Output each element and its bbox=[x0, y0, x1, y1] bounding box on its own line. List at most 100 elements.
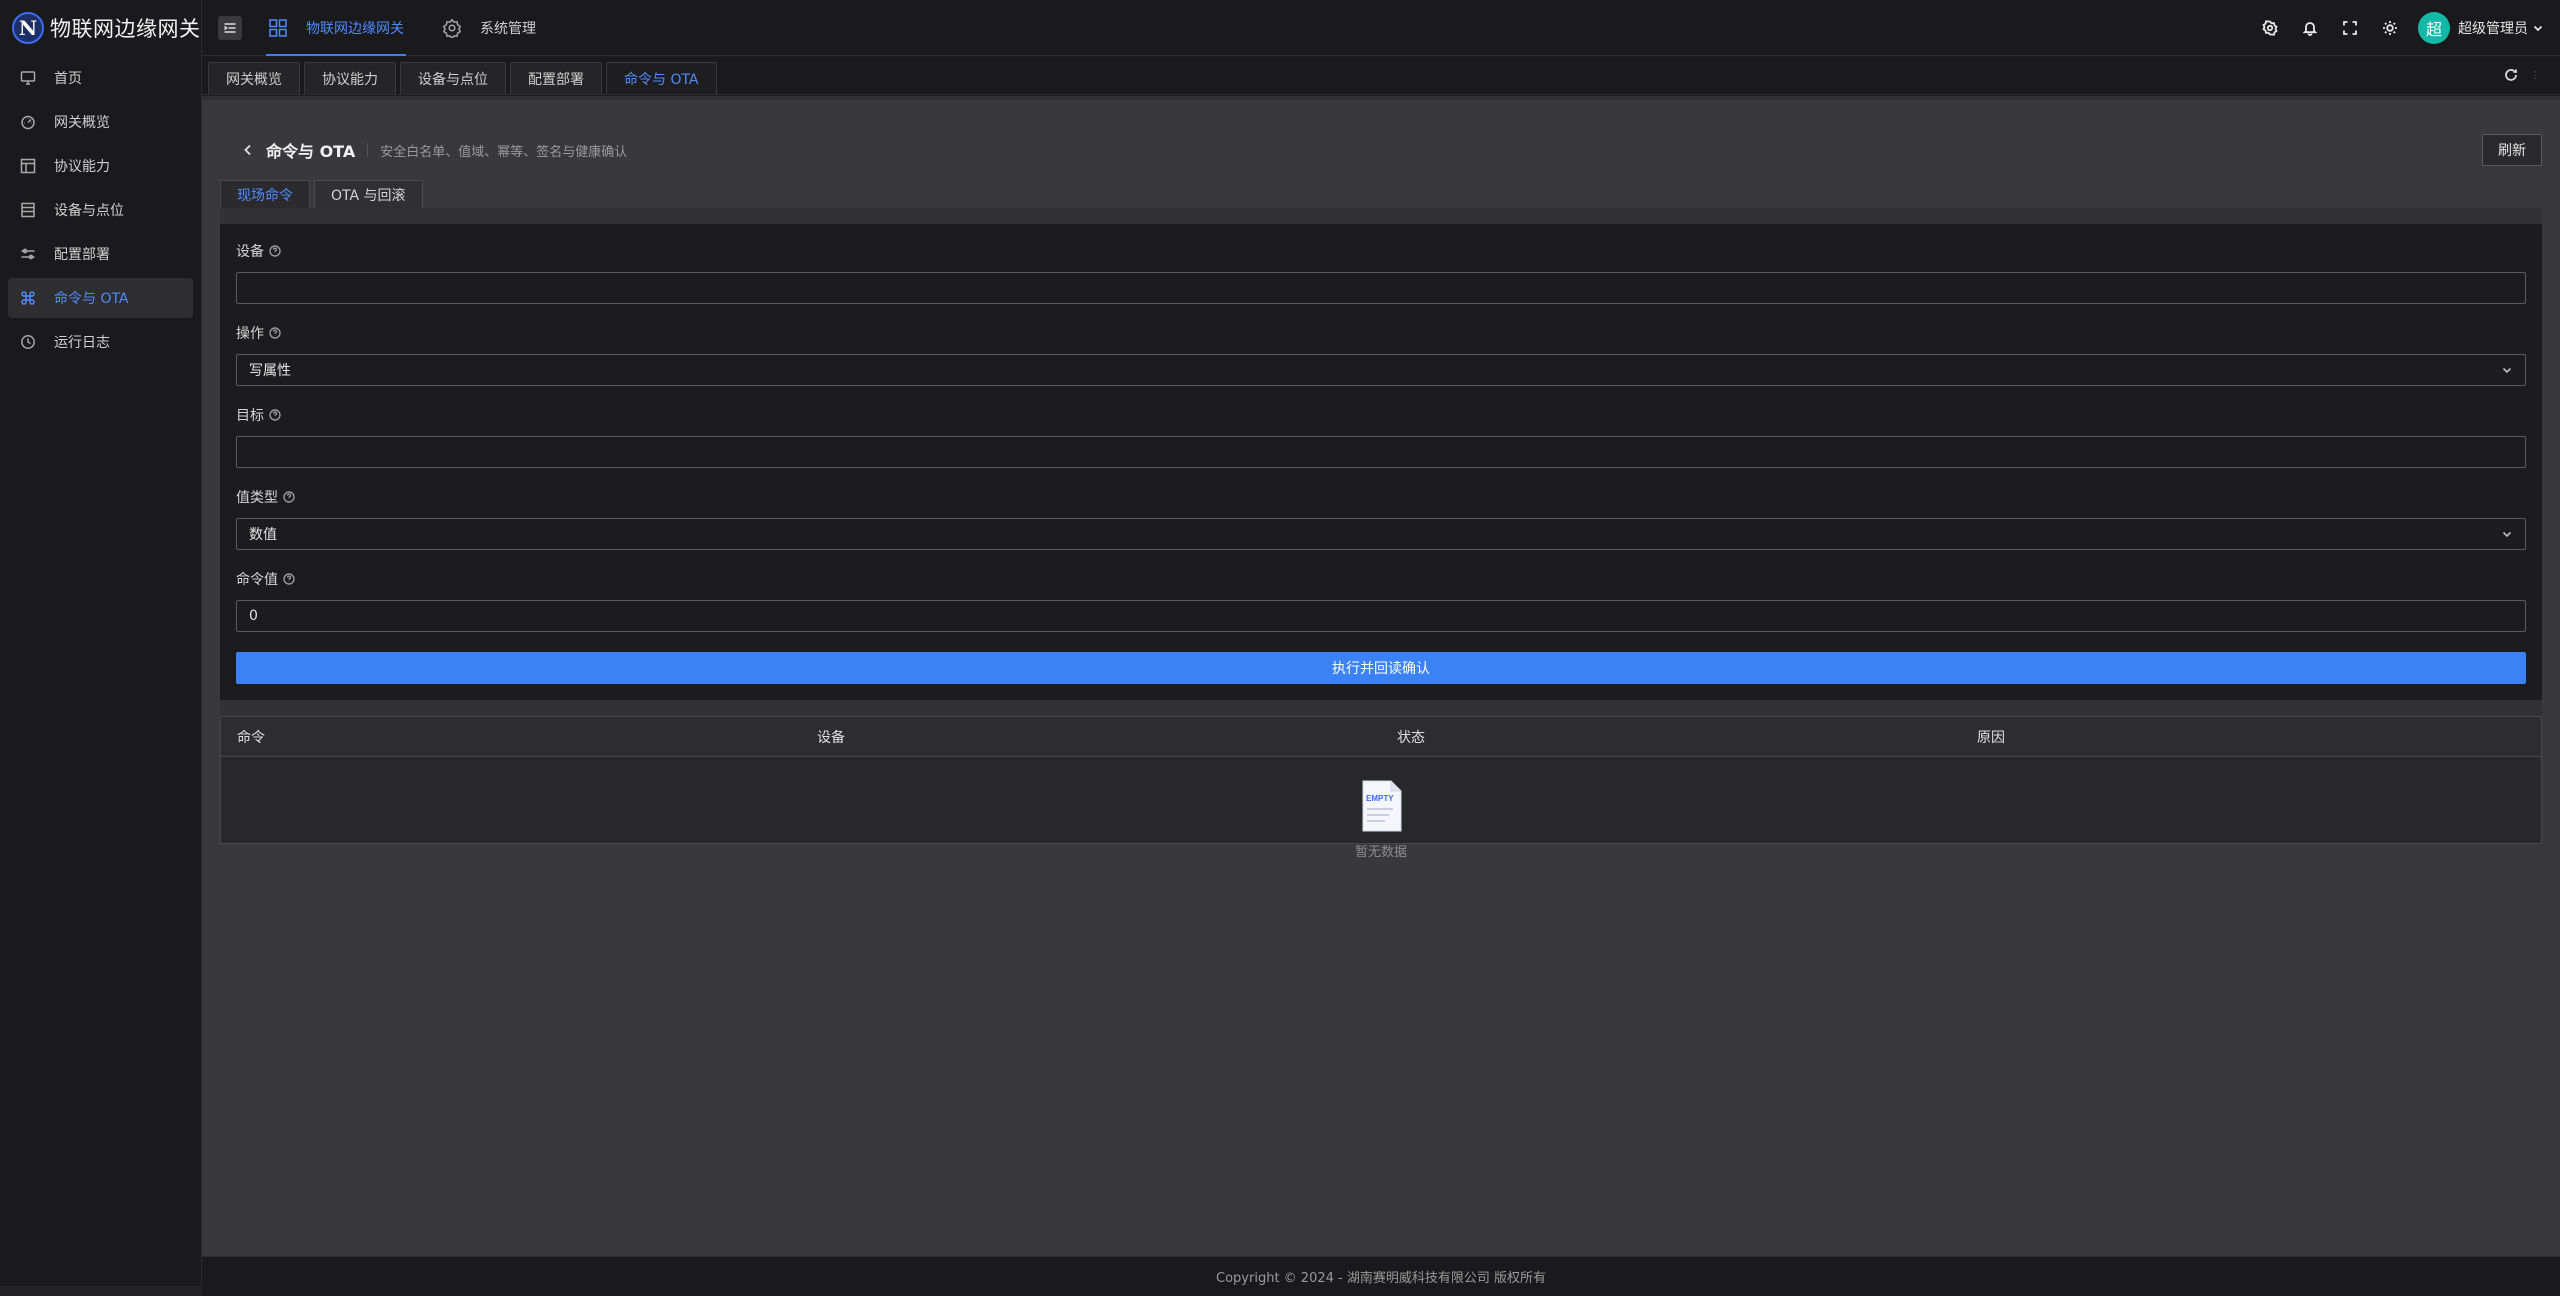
header-tools: 超 超级管理员 bbox=[2250, 8, 2560, 48]
reload-icon[interactable] bbox=[2504, 68, 2518, 82]
sidebar-item-label: 设备与点位 bbox=[54, 203, 124, 219]
sidebar-item-gateway-overview[interactable]: 网关概览 bbox=[8, 102, 193, 142]
settings-icon bbox=[2262, 19, 2278, 36]
monitor-icon bbox=[20, 71, 36, 85]
column-header-command: 命令 bbox=[237, 729, 265, 746]
tabs-tools bbox=[2490, 56, 2560, 94]
menu-collapse-button[interactable] bbox=[218, 15, 242, 40]
sidebar-item-logs[interactable]: 运行日志 bbox=[8, 322, 193, 362]
dashboard-icon bbox=[21, 115, 35, 130]
command-icon bbox=[21, 291, 35, 305]
help-circle-icon[interactable] bbox=[283, 491, 295, 503]
settings-button[interactable] bbox=[2250, 8, 2290, 48]
sidebar-item-home[interactable]: 首页 bbox=[8, 58, 193, 98]
command-table: 命令 设备 状态 原因 EMPTY 暂无数据 bbox=[220, 716, 2542, 860]
main-content: 命令与 OTA 安全白名单、值域、幂等、签名与健康确认 刷新 现场命令 OTA … bbox=[202, 96, 2560, 1256]
inner-tabs: 现场命令 OTA 与回滚 bbox=[220, 180, 427, 208]
tab-devices[interactable]: 设备与点位 bbox=[400, 62, 506, 94]
sidebar-item-config[interactable]: 配置部署 bbox=[8, 234, 193, 274]
top-header: 物联网边缘网关 系统管理 超 超级管理员 bbox=[202, 0, 2560, 56]
field-label-text: 设备 bbox=[236, 244, 264, 260]
sidebar-scrollbar[interactable] bbox=[0, 1286, 202, 1296]
field-label-text: 值类型 bbox=[236, 490, 278, 506]
empty-badge: EMPTY bbox=[1366, 794, 1394, 803]
list-icon bbox=[21, 202, 35, 218]
command-value-label: 命令值 bbox=[236, 568, 2526, 590]
tab-ota-rollback[interactable]: OTA 与回滚 bbox=[314, 180, 423, 208]
help-circle-icon[interactable] bbox=[269, 245, 281, 257]
avatar[interactable]: 超 bbox=[2418, 11, 2450, 44]
sidebar-item-devices[interactable]: 设备与点位 bbox=[8, 190, 193, 230]
copyright-text: Copyright © 2024 - 湖南赛明威科技有限公司 版权所有 bbox=[1216, 1271, 1546, 1286]
more-vertical-icon[interactable] bbox=[2530, 68, 2540, 82]
help-circle-icon[interactable] bbox=[269, 409, 281, 421]
sidebar: N 物联网边缘网关 首页 网关概览 协议能力 设备与点位 配置部署 命令与 OT… bbox=[0, 0, 202, 1296]
chevron-down-icon[interactable] bbox=[2532, 22, 2544, 34]
sidebar-menu: 首页 网关概览 协议能力 设备与点位 配置部署 命令与 OTA 运行日志 bbox=[0, 56, 201, 368]
top-nav-label: 物联网边缘网关 bbox=[306, 20, 404, 37]
notifications-button[interactable] bbox=[2290, 8, 2330, 48]
column-header-device: 设备 bbox=[817, 729, 845, 746]
device-label: 设备 bbox=[236, 240, 2526, 262]
operation-field: 操作 写属性 bbox=[236, 322, 2526, 386]
bell-icon bbox=[2302, 21, 2318, 36]
page-tabs-bar: 网关概览 协议能力 设备与点位 配置部署 命令与 OTA bbox=[202, 57, 2560, 95]
command-value-field: 命令值 bbox=[236, 568, 2526, 632]
page-divider bbox=[367, 143, 369, 157]
fullscreen-button[interactable] bbox=[2330, 8, 2370, 48]
chevron-down-icon bbox=[2502, 367, 2512, 374]
command-value-input[interactable] bbox=[236, 600, 2526, 632]
sidebar-item-label: 运行日志 bbox=[54, 335, 110, 351]
execute-button[interactable]: 执行并回读确认 bbox=[236, 652, 2526, 684]
brand-logo: N bbox=[12, 12, 44, 44]
tab-gateway-overview[interactable]: 网关概览 bbox=[208, 62, 300, 94]
help-circle-icon[interactable] bbox=[269, 327, 281, 339]
footer: Copyright © 2024 - 湖南赛明威科技有限公司 版权所有 bbox=[202, 1256, 2560, 1296]
sidebar-item-protocol[interactable]: 协议能力 bbox=[8, 146, 193, 186]
top-nav-gateway[interactable]: 物联网边缘网关 bbox=[266, 0, 406, 56]
command-form: 设备 操作 写属性 目标 值类型 数值 命令值 0 执行并回读确认 bbox=[220, 224, 2542, 700]
field-label-text: 目标 bbox=[236, 408, 264, 424]
operation-select[interactable]: 写属性 bbox=[236, 354, 2526, 386]
empty-document-icon: EMPTY bbox=[1362, 780, 1402, 832]
help-circle-icon[interactable] bbox=[283, 573, 295, 585]
tab-field-command[interactable]: 现场命令 bbox=[220, 180, 310, 208]
tab-config[interactable]: 配置部署 bbox=[510, 62, 602, 94]
tab-command-ota[interactable]: 命令与 OTA bbox=[606, 62, 717, 94]
sidebar-item-label: 网关概览 bbox=[54, 115, 110, 131]
layout-icon bbox=[20, 158, 36, 174]
theme-toggle-button[interactable] bbox=[2370, 8, 2410, 48]
tab-protocol[interactable]: 协议能力 bbox=[304, 62, 396, 94]
page-title: 命令与 OTA bbox=[266, 142, 356, 161]
field-label-text: 操作 bbox=[236, 326, 264, 342]
field-label-text: 命令值 bbox=[236, 572, 278, 588]
sidebar-item-label: 命令与 OTA bbox=[54, 291, 129, 307]
sidebar-item-command-ota[interactable]: 命令与 OTA bbox=[8, 278, 193, 318]
sidebar-item-label: 首页 bbox=[54, 71, 82, 87]
back-icon[interactable] bbox=[240, 142, 256, 158]
target-input[interactable] bbox=[236, 436, 2526, 468]
column-header-status: 状态 bbox=[1397, 729, 1425, 746]
target-label: 目标 bbox=[236, 404, 2526, 426]
top-nav-system[interactable]: 系统管理 bbox=[440, 0, 536, 56]
value-type-selected-value: 数值 bbox=[249, 527, 277, 543]
fullscreen-icon bbox=[2343, 20, 2357, 35]
target-field: 目标 bbox=[236, 404, 2526, 468]
refresh-button[interactable]: 刷新 bbox=[2482, 134, 2542, 166]
brand-title: 物联网边缘网关 bbox=[50, 17, 201, 41]
sidebar-item-label: 协议能力 bbox=[54, 159, 110, 175]
table-header: 命令 设备 状态 原因 bbox=[221, 717, 2541, 757]
top-nav-label: 系统管理 bbox=[480, 20, 536, 37]
brand[interactable]: N 物联网边缘网关 bbox=[0, 0, 201, 56]
sidebar-item-label: 配置部署 bbox=[54, 247, 110, 263]
menu-fold-icon bbox=[224, 22, 236, 33]
value-type-select[interactable]: 数值 bbox=[236, 518, 2526, 550]
device-input[interactable] bbox=[236, 272, 2526, 304]
chevron-down-icon bbox=[2502, 531, 2512, 538]
page-subtitle: 安全白名单、值域、幂等、签名与健康确认 bbox=[380, 144, 628, 160]
empty-state: EMPTY 暂无数据 bbox=[221, 757, 2541, 860]
gear-icon bbox=[442, 18, 462, 38]
history-icon bbox=[21, 335, 35, 349]
command-card: 设备 操作 写属性 目标 值类型 数值 命令值 0 执行并回读确认 命令 设备 … bbox=[220, 208, 2542, 860]
user-name[interactable]: 超级管理员 bbox=[2458, 18, 2528, 38]
